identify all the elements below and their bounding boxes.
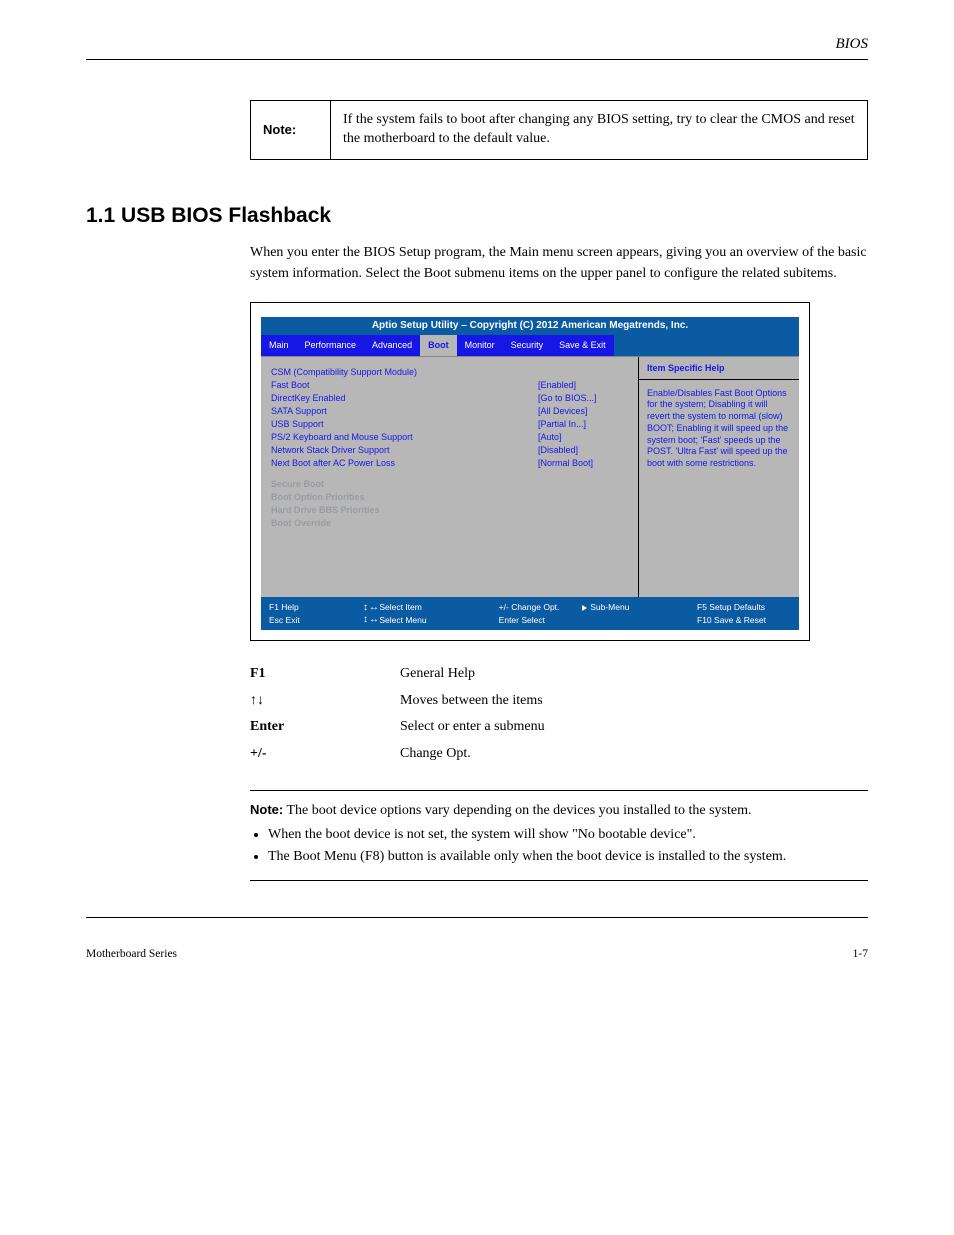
bios-tab-main[interactable]: Main — [261, 335, 297, 356]
triangle-right-icon — [582, 605, 587, 611]
note2-label: Note: — [250, 802, 283, 817]
intro-text: When you enter the BIOS Setup program, t… — [250, 242, 868, 284]
note2-bullet: When the boot device is not set, the sys… — [268, 825, 868, 845]
bios-tab-bar: Main Performance Advanced Boot Monitor S… — [261, 334, 799, 356]
legend-key: +/- — [250, 741, 400, 768]
key-legend: F1General Help ↑↓Moves between the items… — [250, 661, 868, 767]
bios-submenu-item[interactable]: Secure Boot — [271, 479, 628, 489]
legend-desc: General Help — [400, 661, 868, 688]
legend-key: ↑↓ — [250, 688, 400, 715]
intro-paragraph: When you enter the BIOS Setup program, t… — [250, 242, 868, 284]
bios-tab-security[interactable]: Security — [503, 335, 552, 356]
note-table: Note: If the system fails to boot after … — [250, 100, 868, 160]
bios-title-bar: Aptio Setup Utility – Copyright (C) 2012… — [261, 317, 799, 334]
legend-desc: Change Opt. — [400, 741, 868, 768]
bios-key-change-opt: +/- Change Opt. — [499, 601, 583, 614]
bios-key-enter: Enter Select — [499, 614, 583, 627]
bios-screen: Aptio Setup Utility – Copyright (C) 2012… — [261, 317, 799, 631]
bios-key-submenu: Sub-Menu — [590, 602, 629, 612]
footer-page-number: 1-7 — [853, 948, 868, 960]
bios-side-panel: Item Specific Help Enable/Disables Fast … — [639, 357, 799, 597]
bios-item[interactable]: DirectKey Enabled[Go to BIOS...] — [271, 393, 628, 403]
bios-side-title: Item Specific Help — [639, 357, 799, 380]
legend-key: Enter — [250, 714, 400, 741]
note2-bullet: The Boot Menu (F8) button is available o… — [268, 847, 868, 867]
bios-item[interactable]: CSM (Compatibility Support Module) — [271, 367, 628, 377]
bios-item[interactable]: Fast Boot[Enabled] — [271, 380, 628, 390]
bios-submenu-item[interactable]: Boot Override — [271, 518, 628, 528]
bios-tab-monitor[interactable]: Monitor — [457, 335, 503, 356]
bios-tab-boot[interactable]: Boot — [420, 335, 457, 356]
bios-item[interactable]: Next Boot after AC Power Loss[Normal Boo… — [271, 458, 628, 468]
section-heading: 1.1 USB BIOS Flashback — [86, 204, 868, 228]
bios-key-f1: F1 Help — [269, 601, 363, 614]
bios-tab-advanced[interactable]: Advanced — [364, 335, 420, 356]
bios-key-f10: F10 Save & Reset — [697, 614, 791, 627]
bios-submenu-item[interactable]: Boot Option Priorities — [271, 492, 628, 502]
bios-key-select-item: Select Item — [379, 602, 422, 612]
note-block: Note: The boot device options vary depen… — [250, 790, 868, 881]
note2-intro: The boot device options vary depending o… — [286, 803, 751, 818]
bios-body: CSM (Compatibility Support Module) Fast … — [261, 356, 799, 597]
bios-item[interactable]: Network Stack Driver Support[Disabled] — [271, 445, 628, 455]
arrow-keys-icon — [363, 614, 377, 626]
footer-left: Motherboard Series — [86, 948, 177, 960]
page-header: BIOS — [86, 0, 868, 60]
bios-tab-performance[interactable]: Performance — [297, 335, 365, 356]
legend-key: F1 — [250, 661, 400, 688]
bios-item[interactable]: PS/2 Keyboard and Mouse Support[Auto] — [271, 432, 628, 442]
legend-desc: Moves between the items — [400, 688, 868, 715]
bios-key-f5: F5 Setup Defaults — [697, 601, 791, 614]
bios-side-help-text: Enable/Disables Fast Boot Options for th… — [639, 380, 799, 597]
note-text: If the system fails to boot after changi… — [331, 101, 868, 160]
bios-item[interactable]: SATA Support[All Devices] — [271, 406, 628, 416]
bios-footer: F1 Help Esc Exit Select Item Select Menu… — [261, 597, 799, 631]
note-label: Note: — [251, 101, 331, 160]
bios-item[interactable]: USB Support[Partial In...] — [271, 419, 628, 429]
header-title: BIOS — [836, 36, 869, 53]
bios-tab-save-exit[interactable]: Save & Exit — [551, 335, 614, 356]
bios-key-select-menu: Select Menu — [379, 615, 426, 625]
page-footer: Motherboard Series 1-7 — [86, 948, 868, 960]
bios-key-esc: Esc Exit — [269, 614, 363, 627]
bios-main-panel: CSM (Compatibility Support Module) Fast … — [261, 357, 639, 597]
bios-submenu-item[interactable]: Hard Drive BBS Priorities — [271, 505, 628, 515]
bios-screenshot-frame: Aptio Setup Utility – Copyright (C) 2012… — [250, 302, 810, 642]
legend-desc: Select or enter a submenu — [400, 714, 868, 741]
